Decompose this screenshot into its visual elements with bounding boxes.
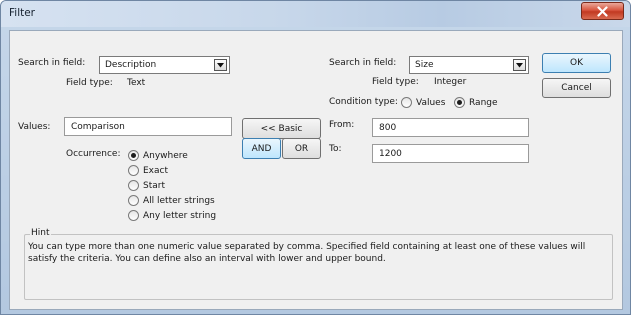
right-search-field-label: Search in field: bbox=[329, 58, 397, 68]
from-label: From: bbox=[329, 120, 355, 130]
radio-label: All letter strings bbox=[143, 195, 215, 206]
and-button[interactable]: AND bbox=[242, 138, 281, 159]
radio-checked-icon bbox=[128, 150, 139, 161]
radio-label: Start bbox=[143, 180, 165, 191]
field-type-value: Text bbox=[127, 78, 146, 88]
occurrence-start-radio[interactable]: Start bbox=[128, 180, 165, 191]
right-search-field-value: Size bbox=[415, 60, 434, 70]
radio-label: Anywhere bbox=[143, 150, 188, 161]
values-input[interactable] bbox=[64, 117, 232, 136]
condition-values-radio[interactable]: Values bbox=[401, 97, 445, 108]
right-search-field-select[interactable]: Size bbox=[409, 56, 529, 74]
search-field-value: Description bbox=[105, 60, 157, 70]
cancel-button[interactable]: Cancel bbox=[542, 78, 611, 98]
occurrence-any-letter-string-radio[interactable]: Any letter string bbox=[128, 210, 216, 221]
hint-title: Hint bbox=[30, 228, 51, 238]
ok-button[interactable]: OK bbox=[542, 53, 611, 73]
or-button[interactable]: OR bbox=[282, 138, 321, 159]
values-text[interactable] bbox=[65, 118, 231, 135]
radio-label: Range bbox=[469, 97, 498, 108]
close-button[interactable] bbox=[581, 2, 624, 20]
condition-type-label: Condition type: bbox=[329, 97, 398, 107]
occurrence-all-letter-strings-radio[interactable]: All letter strings bbox=[128, 195, 215, 206]
from-text[interactable] bbox=[373, 119, 528, 136]
values-label: Values: bbox=[18, 122, 51, 132]
right-field-type-value: Integer bbox=[434, 77, 467, 87]
radio-label: Exact bbox=[143, 165, 169, 176]
cancel-button-label: Cancel bbox=[561, 83, 592, 93]
to-label: To: bbox=[329, 144, 342, 154]
hint-text: You can type more than one numeric value… bbox=[28, 242, 586, 264]
window-title: Filter bbox=[9, 7, 36, 19]
hint-group: Hint You can type more than one numeric … bbox=[24, 228, 613, 300]
basic-button-label: << Basic bbox=[260, 123, 303, 134]
radio-unchecked-icon bbox=[128, 195, 139, 206]
basic-button[interactable]: << Basic bbox=[242, 118, 321, 139]
to-input[interactable] bbox=[372, 144, 529, 163]
occurrence-exact-radio[interactable]: Exact bbox=[128, 165, 168, 176]
occurrence-anywhere-radio[interactable]: Anywhere bbox=[128, 150, 188, 161]
search-field-label: Search in field: bbox=[18, 58, 86, 68]
radio-label: Any letter string bbox=[143, 210, 217, 221]
dialog-body: Search in field: Description Field type:… bbox=[9, 30, 623, 310]
radio-label: Values bbox=[416, 97, 446, 108]
right-field-type-label: Field type: bbox=[372, 77, 419, 87]
ok-button-label: OK bbox=[570, 58, 583, 68]
radio-checked-icon bbox=[454, 97, 465, 108]
chevron-down-icon bbox=[214, 59, 227, 71]
condition-range-radio[interactable]: Range bbox=[454, 97, 498, 108]
to-text[interactable] bbox=[373, 145, 528, 162]
filter-window: Filter Search in field: Description Fiel… bbox=[0, 0, 631, 315]
field-type-label: Field type: bbox=[66, 78, 113, 88]
and-button-label: AND bbox=[251, 143, 272, 154]
title-bar[interactable]: Filter bbox=[1, 1, 630, 27]
chevron-down-icon bbox=[513, 59, 526, 71]
radio-unchecked-icon bbox=[128, 180, 139, 191]
from-input[interactable] bbox=[372, 118, 529, 137]
search-field-select[interactable]: Description bbox=[99, 56, 230, 74]
radio-unchecked-icon bbox=[128, 165, 139, 176]
occurrence-label: Occurrence: bbox=[66, 149, 121, 159]
radio-unchecked-icon bbox=[401, 97, 412, 108]
close-icon bbox=[597, 5, 608, 17]
radio-unchecked-icon bbox=[128, 210, 139, 221]
or-button-label: OR bbox=[294, 143, 309, 154]
